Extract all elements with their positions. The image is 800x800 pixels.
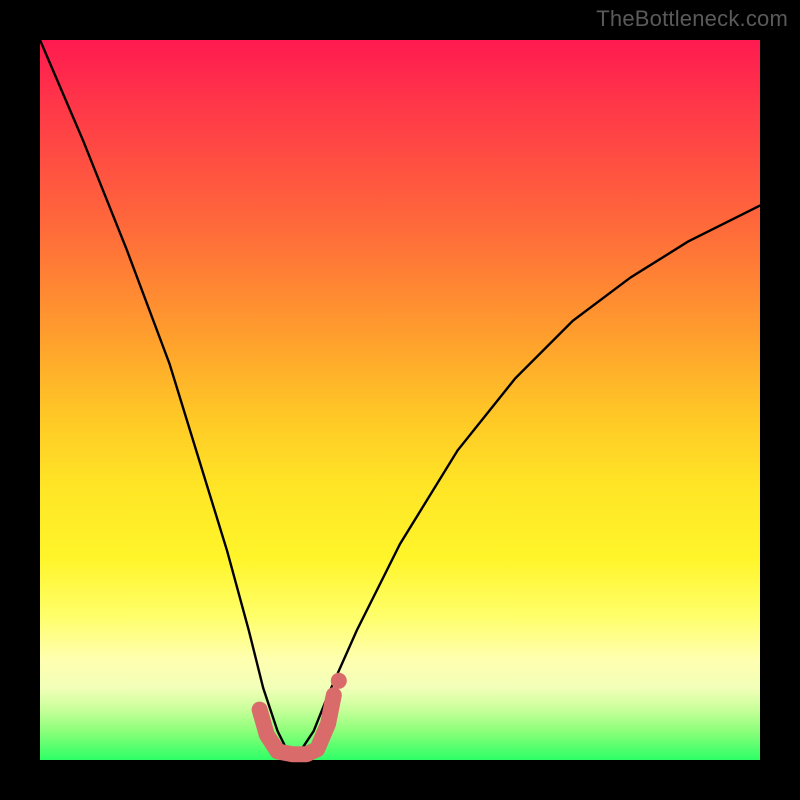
optimal-dot xyxy=(331,673,347,689)
plot-area xyxy=(40,40,760,760)
curve-layer xyxy=(40,40,760,760)
chart-frame: TheBottleneck.com xyxy=(0,0,800,800)
watermark-text: TheBottleneck.com xyxy=(596,6,788,32)
bottleneck-curve xyxy=(40,40,760,753)
optimal-range-marker xyxy=(260,695,334,754)
